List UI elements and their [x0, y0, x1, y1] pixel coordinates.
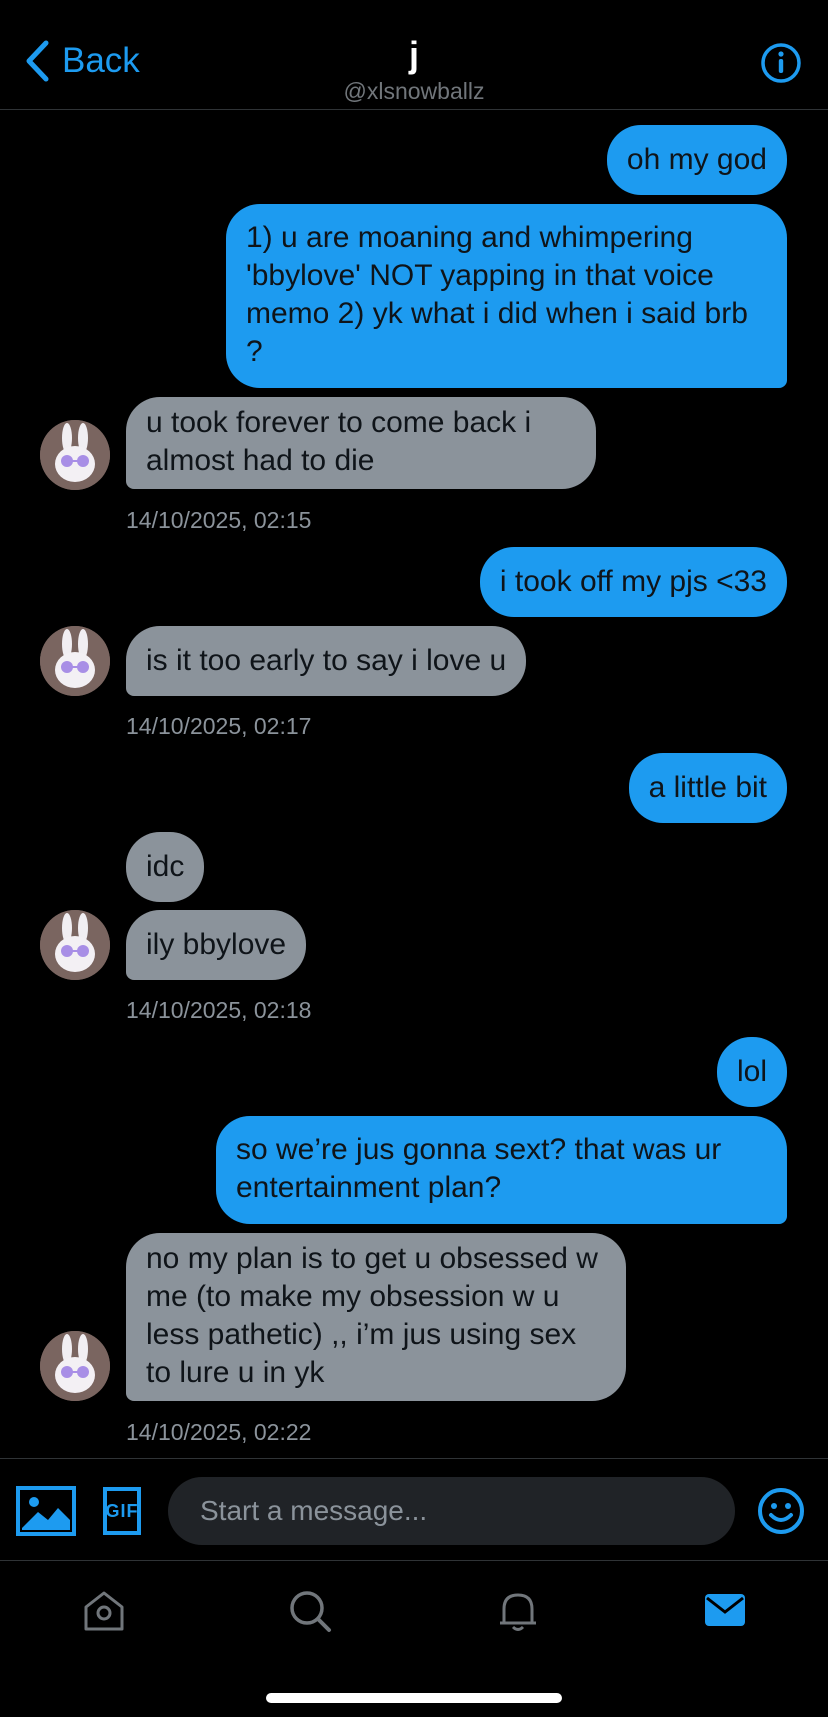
message-timestamp: 14/10/2025, 02:18 — [126, 997, 312, 1023]
bunny-avatar-icon — [40, 626, 110, 696]
search-icon[interactable] — [288, 1589, 332, 1633]
message-bubble-incoming[interactable]: idc — [126, 832, 205, 902]
message-timestamp: 14/10/2025, 02:22 — [126, 1419, 312, 1445]
message-bubble-incoming[interactable]: u took forever to come back i almost had… — [126, 397, 596, 489]
message-input[interactable]: Start a message... — [168, 1477, 735, 1545]
image-icon[interactable] — [16, 1486, 76, 1536]
message-bubble-outgoing[interactable]: lol — [716, 1037, 787, 1107]
avatar[interactable] — [40, 910, 110, 980]
message-bubble-outgoing[interactable]: i took off my pjs <33 — [479, 547, 787, 617]
bunny-avatar-icon — [40, 910, 110, 980]
conversation-title[interactable]: j — [0, 34, 828, 76]
conversation-handle[interactable]: @xlsnowballz — [0, 78, 828, 105]
message-input-placeholder: Start a message... — [200, 1495, 428, 1526]
conversation-header: Back j @xlsnowballz — [0, 0, 828, 110]
bell-icon[interactable] — [496, 1589, 540, 1633]
bunny-avatar-icon — [40, 420, 110, 490]
message-composer: GIF Start a message... — [0, 1458, 828, 1561]
avatar[interactable] — [40, 626, 110, 696]
avatar[interactable] — [40, 420, 110, 490]
info-icon[interactable] — [760, 42, 802, 84]
home-indicator — [266, 1693, 562, 1703]
gif-icon[interactable]: GIF — [103, 1487, 141, 1535]
message-thread[interactable]: oh my god 1) u are moaning and whimperin… — [0, 110, 828, 1458]
mail-icon[interactable] — [704, 1591, 746, 1629]
emoji-icon[interactable] — [757, 1487, 805, 1535]
message-timestamp: 14/10/2025, 02:17 — [126, 713, 312, 739]
message-bubble-outgoing[interactable]: oh my god — [606, 125, 787, 195]
bunny-avatar-icon — [40, 1331, 110, 1401]
message-bubble-incoming[interactable]: is it too early to say i love u — [126, 626, 527, 696]
message-bubble-outgoing[interactable]: so we’re jus gonna sext? that was ur ent… — [216, 1116, 787, 1224]
message-bubble-outgoing[interactable]: a little bit — [628, 753, 787, 823]
message-bubble-incoming[interactable]: ily bbylove — [126, 910, 307, 980]
home-icon[interactable] — [82, 1589, 126, 1633]
message-timestamp: 14/10/2025, 02:15 — [126, 507, 312, 533]
message-bubble-incoming[interactable]: no my plan is to get u obsessed w me (to… — [126, 1233, 626, 1401]
message-bubble-outgoing[interactable]: 1) u are moaning and whimpering 'bbylove… — [226, 204, 787, 388]
gif-label: GIF — [105, 1500, 139, 1521]
avatar[interactable] — [40, 1331, 110, 1401]
